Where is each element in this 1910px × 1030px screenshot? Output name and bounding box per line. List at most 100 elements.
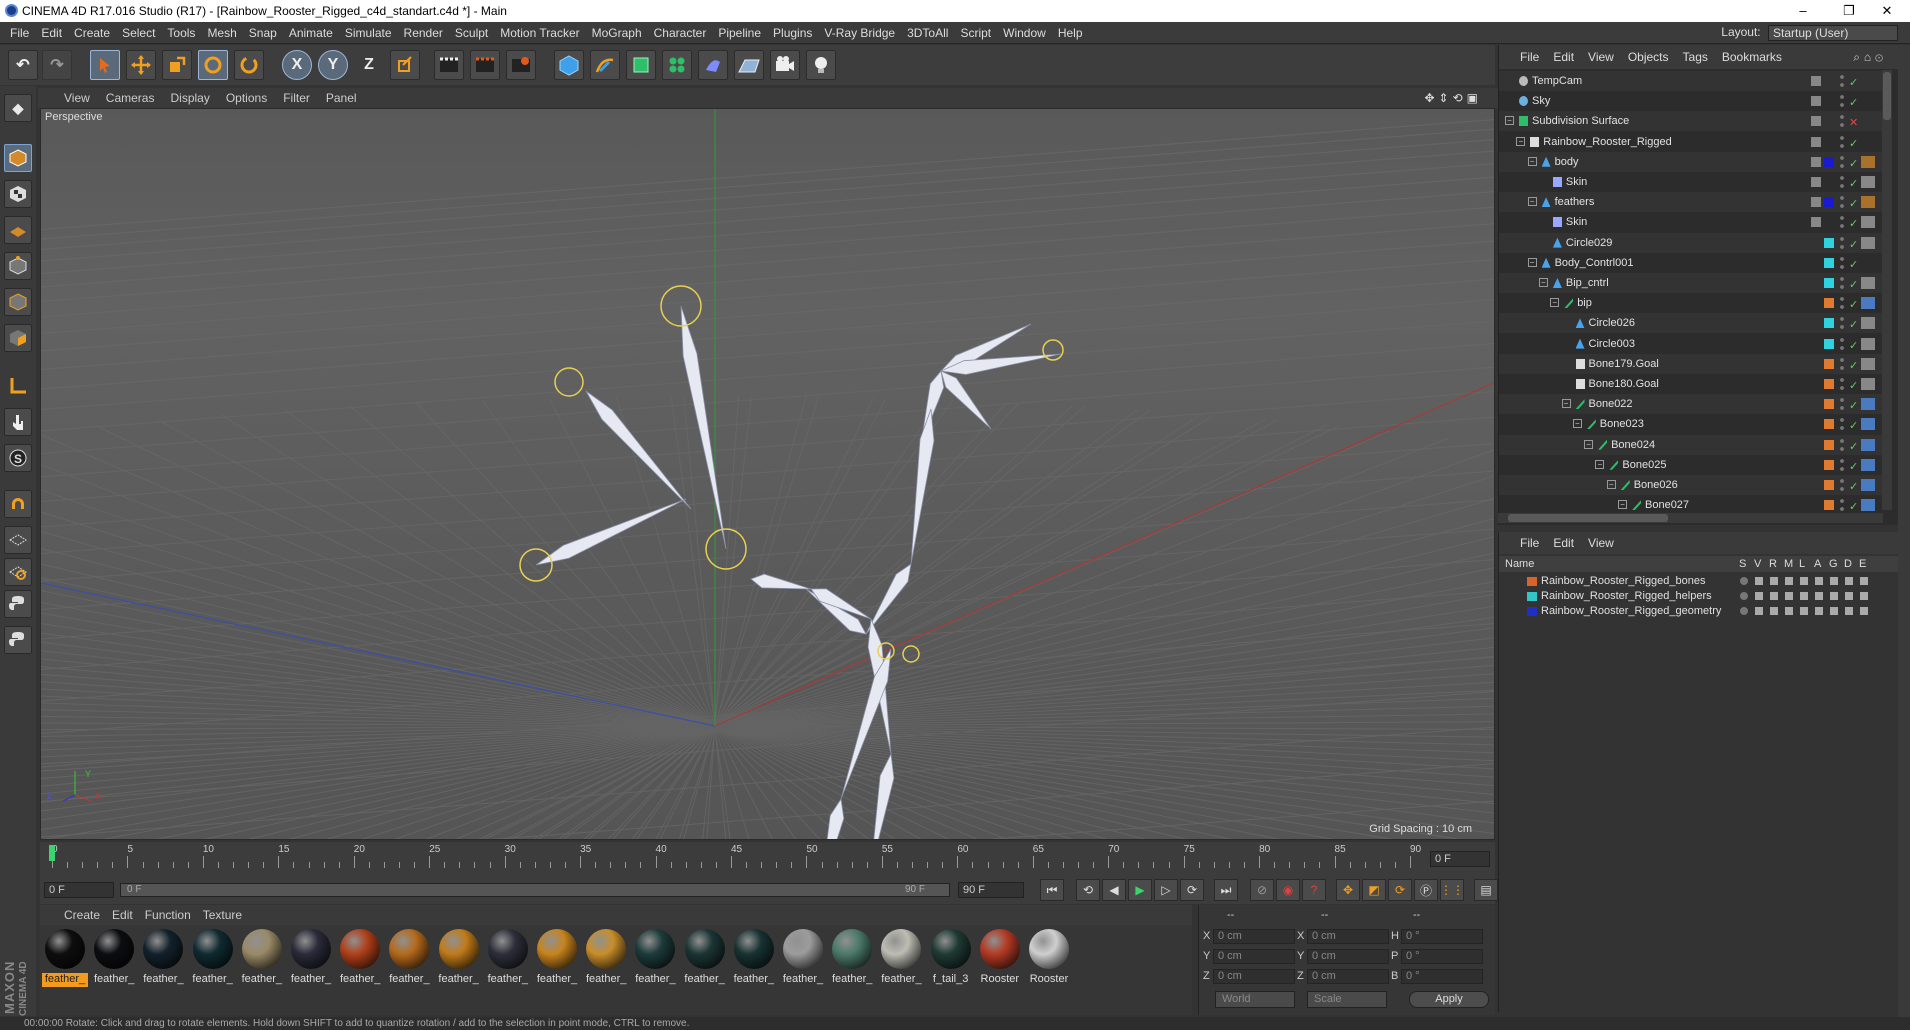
python-script-icon[interactable] <box>4 590 32 618</box>
axis-mode-icon[interactable] <box>4 372 32 400</box>
layout-selector[interactable]: Layout: Startup (User) <box>1721 25 1898 41</box>
coord-position-field[interactable]: 0 cm <box>1213 929 1295 944</box>
material-swatch[interactable]: feather_ <box>632 929 678 989</box>
cloner-icon[interactable] <box>662 50 692 80</box>
floor-icon[interactable] <box>734 50 764 80</box>
layout-dropdown[interactable]: Startup (User) <box>1768 25 1898 41</box>
object-menu-view[interactable]: View <box>1581 45 1621 69</box>
object-tag-icon[interactable] <box>1861 155 1875 168</box>
visibility-dots[interactable] <box>1839 477 1845 493</box>
visibility-dots[interactable] <box>1839 73 1845 89</box>
object-mode-icon[interactable] <box>1811 197 1821 208</box>
visibility-dots[interactable] <box>1839 214 1845 231</box>
material-swatch[interactable]: feather_ <box>436 929 482 989</box>
tree-expand-toggle[interactable]: − <box>1584 439 1594 449</box>
key-parameter-icon[interactable]: Ⓟ <box>1414 879 1438 901</box>
enabled-check-icon[interactable]: ✓ <box>1849 93 1858 113</box>
object-tag-icon[interactable] <box>1861 317 1875 330</box>
object-manager-vertical-scrollbar[interactable] <box>1882 70 1892 510</box>
object-tag-icon[interactable] <box>1861 418 1875 431</box>
previous-key-icon[interactable]: ⟲ <box>1076 879 1100 901</box>
object-tag-icon[interactable] <box>1861 216 1875 229</box>
tweak-mode-icon[interactable] <box>4 408 32 436</box>
enabled-check-icon[interactable]: ✓ <box>1849 416 1858 436</box>
menu-create[interactable]: Create <box>68 22 116 44</box>
layer-column-header[interactable]: E <box>1859 556 1866 572</box>
minimize-button[interactable]: – <box>1780 0 1826 22</box>
enabled-check-icon[interactable]: ✓ <box>1849 73 1858 93</box>
object-row[interactable]: − Bip_cntrl ✓ <box>1499 273 1884 293</box>
tree-expand-toggle[interactable]: − <box>1618 500 1627 510</box>
layer-toggle-icon[interactable] <box>1860 577 1868 585</box>
layer-row[interactable]: Rainbow_Rooster_Rigged_helpers <box>1499 589 1899 604</box>
menu-3dtoall[interactable]: 3DToAll <box>901 22 954 44</box>
edges-mode-icon[interactable] <box>4 288 32 316</box>
visibility-dots[interactable] <box>1839 254 1845 271</box>
visibility-dots[interactable] <box>1839 376 1845 392</box>
layer-column-header[interactable]: R <box>1769 556 1777 572</box>
search-icon[interactable]: ⌕⌂⊙ <box>1853 50 1887 65</box>
layer-toggle-icon[interactable] <box>1740 607 1748 615</box>
enabled-check-icon[interactable]: ✓ <box>1849 336 1858 356</box>
object-row[interactable]: Circle026 ✓ <box>1499 313 1884 334</box>
layer-toggle-icon[interactable] <box>1830 607 1838 615</box>
object-row[interactable]: − Bone025 ✓ <box>1499 454 1884 477</box>
layer-toggle-icon[interactable] <box>1770 577 1778 585</box>
object-row[interactable]: − Bone027 ✓ <box>1499 495 1884 511</box>
object-row[interactable]: − Bone026 ✓ <box>1499 475 1884 495</box>
material-swatch[interactable]: feather_ <box>878 929 924 989</box>
object-row[interactable]: Circle003 ✓ <box>1499 333 1884 356</box>
tree-expand-toggle[interactable]: − <box>1595 459 1605 469</box>
layer-color-swatch[interactable] <box>1824 379 1834 389</box>
layer-color-swatch[interactable] <box>1824 358 1834 369</box>
enabled-check-icon[interactable]: ✓ <box>1849 255 1858 275</box>
layer-toggle-icon[interactable] <box>1785 607 1793 615</box>
object-tag-icon[interactable] <box>1861 236 1875 249</box>
coord-rotation-field[interactable]: 0 ° <box>1401 969 1483 984</box>
enabled-check-icon[interactable]: ✓ <box>1849 497 1858 511</box>
object-tag-icon[interactable] <box>1861 438 1875 451</box>
coord-size-field[interactable]: 0 cm <box>1307 929 1389 944</box>
texture-mode-icon[interactable] <box>4 180 32 208</box>
menu-mograph[interactable]: MoGraph <box>586 22 648 44</box>
object-row[interactable]: − Subdivision Surface ✕ <box>1499 111 1884 132</box>
material-swatch[interactable]: feather_ <box>485 929 531 989</box>
viewport-menu-display[interactable]: Display <box>162 88 217 108</box>
light-icon[interactable] <box>806 50 836 80</box>
key-rotation-icon[interactable]: ⟳ <box>1388 879 1412 901</box>
enabled-check-icon[interactable]: ✓ <box>1849 174 1858 194</box>
object-mode-icon[interactable] <box>1811 76 1821 86</box>
object-row[interactable]: − Body_Contrl001 ✓ <box>1499 252 1884 275</box>
viewport-menu-options[interactable]: Options <box>218 88 275 108</box>
menu-window[interactable]: Window <box>997 22 1052 44</box>
enabled-check-icon[interactable]: ✓ <box>1849 154 1858 174</box>
object-row[interactable]: Skin ✓ <box>1499 172 1884 192</box>
coordinate-system-icon[interactable] <box>390 50 420 80</box>
enabled-check-icon[interactable]: ✓ <box>1849 275 1858 295</box>
enabled-check-icon[interactable]: ✓ <box>1849 356 1858 376</box>
coord-rotation-field[interactable]: 0 ° <box>1401 949 1483 964</box>
camera-icon[interactable] <box>770 50 800 80</box>
enabled-check-icon[interactable]: ✓ <box>1849 457 1858 477</box>
enabled-check-icon[interactable]: ✓ <box>1849 235 1858 255</box>
make-editable-icon[interactable]: ◆ <box>4 94 32 122</box>
menu-motion-tracker[interactable]: Motion Tracker <box>494 22 585 44</box>
object-menu-edit[interactable]: Edit <box>1546 45 1581 69</box>
layer-menu-edit[interactable]: Edit <box>1546 532 1581 554</box>
object-row[interactable]: Circle029 ✓ <box>1499 232 1884 255</box>
object-menu-tags[interactable]: Tags <box>1676 45 1715 69</box>
object-mode-icon[interactable] <box>1811 136 1821 147</box>
layer-toggle-icon[interactable] <box>1770 607 1778 615</box>
object-row[interactable]: − Rainbow_Rooster_Rigged ✓ <box>1499 131 1884 152</box>
rotate-tool-icon[interactable] <box>198 50 228 80</box>
key-point-level-icon[interactable]: ⋮⋮ <box>1440 879 1464 901</box>
object-menu-bookmarks[interactable]: Bookmarks <box>1715 45 1789 69</box>
coordinate-system-dropdown[interactable]: World <box>1215 991 1295 1008</box>
layer-column-header[interactable]: S <box>1739 556 1746 572</box>
enabled-check-icon[interactable]: ✓ <box>1849 214 1858 234</box>
auto-keying-icon[interactable]: ◉ <box>1276 879 1300 901</box>
menu-pipeline[interactable]: Pipeline <box>712 22 767 44</box>
visibility-dots[interactable] <box>1839 295 1845 312</box>
visibility-dots[interactable] <box>1839 275 1845 291</box>
viewport-menu-panel[interactable]: Panel <box>318 88 365 108</box>
